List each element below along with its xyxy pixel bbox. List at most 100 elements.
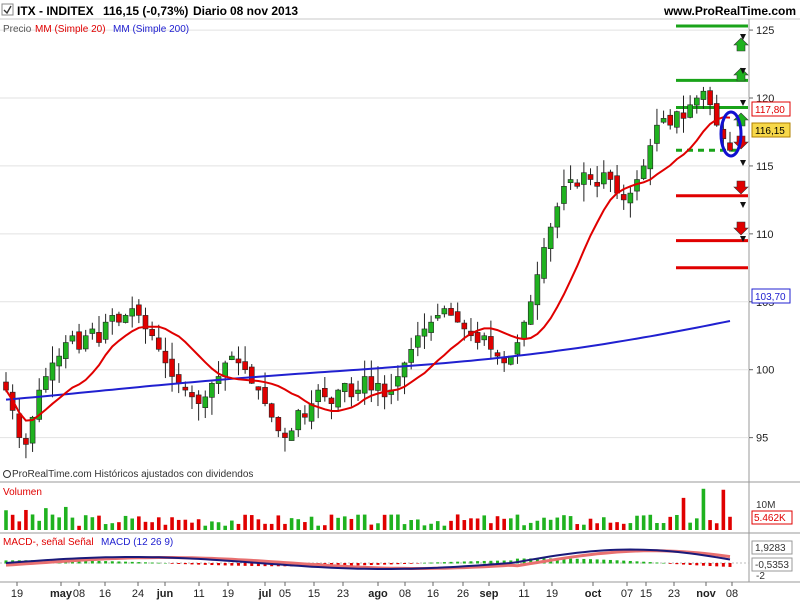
macd-hist-bar [615, 560, 619, 564]
candle-body [687, 104, 693, 118]
candle-body [109, 315, 116, 322]
macd-hist-bar [217, 563, 221, 566]
volume-last-value: 5.462K [754, 513, 786, 524]
candle-body [302, 413, 308, 418]
volume-bar [628, 523, 633, 530]
volume-bar [582, 524, 586, 530]
volume-bar [183, 519, 188, 530]
x-tick-label: 15 [308, 588, 320, 600]
volume-bar [57, 517, 61, 530]
y-tick-label: 100 [756, 365, 774, 377]
volume-bar [323, 525, 327, 530]
candle-body [202, 396, 209, 408]
volume-bar [77, 525, 81, 530]
volume-bar [256, 519, 261, 530]
candle-body [527, 301, 534, 325]
candle-body [567, 179, 574, 183]
candle-body [401, 362, 408, 378]
volume-bar [110, 523, 115, 530]
macd-hist-bar [635, 561, 639, 564]
x-tick-label: 24 [132, 588, 144, 600]
macd-hist-bar [668, 563, 672, 564]
volume-bar [661, 523, 666, 530]
candle-body [335, 389, 341, 408]
macd-hist-bar [682, 563, 686, 565]
candle-body [700, 90, 707, 100]
candle-body [521, 321, 527, 340]
volume-bar [97, 515, 101, 530]
candle-body [680, 112, 687, 119]
macd-hist-bar [442, 562, 446, 564]
volume-bar [117, 522, 121, 530]
candle-body [315, 389, 321, 403]
macd-hist-bar [622, 560, 626, 564]
volume-bar [190, 522, 194, 530]
volume-bar [230, 520, 234, 530]
macd-hist-bar [695, 563, 699, 566]
price-change-label: 116,15 (-0,73%) [103, 4, 188, 18]
macd-hist-bar [469, 561, 473, 564]
candle-body [654, 124, 660, 144]
volume-bar [216, 522, 221, 530]
volume-bar [203, 525, 208, 530]
volume-bar [469, 518, 473, 530]
volume-bar [236, 523, 241, 530]
x-tick-label: 16 [99, 588, 111, 600]
volume-bar [714, 523, 719, 530]
candle-body [693, 97, 700, 106]
chart-window: 95100105110115120125 ITX - INDITEX 116,1… [0, 0, 800, 600]
stock-chart: 95100105110115120125 ITX - INDITEX 116,1… [0, 0, 800, 600]
candle-body [434, 315, 441, 319]
candle-body [182, 386, 189, 391]
candle-body [415, 335, 421, 348]
volume-bar [269, 523, 274, 530]
candle-body [594, 181, 600, 187]
x-tick-label: oct [585, 588, 602, 600]
mm20-value: 117,80 [755, 105, 785, 116]
mm200-value: 103,70 [755, 292, 786, 303]
volume-bar [728, 516, 732, 530]
macd-hist-bar [462, 561, 466, 564]
macd-hist-bar [203, 563, 207, 565]
candle-body [474, 332, 481, 343]
macd-hist-bar [369, 563, 373, 566]
volume-bar [163, 524, 168, 530]
candle-body [461, 322, 468, 330]
volume-bar [30, 514, 35, 530]
candle-body [255, 386, 262, 391]
macd-hist-bar [648, 562, 652, 564]
candle-body [441, 308, 448, 315]
candle-body [122, 315, 129, 323]
volume-bar [655, 523, 659, 530]
candle-body [136, 304, 142, 316]
macd-hist-bar [728, 563, 732, 567]
volume-bar [137, 516, 141, 530]
candle-body [408, 349, 414, 363]
candle-body [587, 174, 594, 180]
volume-bar [296, 519, 301, 530]
candle-body [647, 145, 654, 170]
candle-body [162, 350, 169, 364]
volume-bar [37, 520, 42, 530]
volume-bar [608, 522, 613, 530]
macd-hist-bar [608, 559, 612, 564]
candle-body [607, 171, 614, 180]
y-tick-label: 125 [756, 25, 774, 37]
x-tick-label: jun [156, 588, 174, 600]
legend-price: Precio [3, 24, 32, 35]
volume-bar [555, 517, 560, 530]
volume-bar [535, 520, 540, 530]
candle-body [209, 382, 215, 398]
volume-bar [63, 506, 68, 530]
macd-hist-bar [117, 561, 121, 564]
volume-bar [615, 522, 619, 530]
macd-hist-bar [489, 560, 493, 564]
macd-hist-bar [157, 562, 161, 564]
candle-body [428, 321, 434, 333]
x-tick-label: 23 [337, 588, 349, 600]
volume-bar [422, 525, 427, 530]
macd-hist-bar [97, 560, 101, 564]
candle-body [421, 328, 428, 337]
macd-axis-label: -2 [756, 571, 765, 582]
volume-bar [309, 516, 314, 530]
